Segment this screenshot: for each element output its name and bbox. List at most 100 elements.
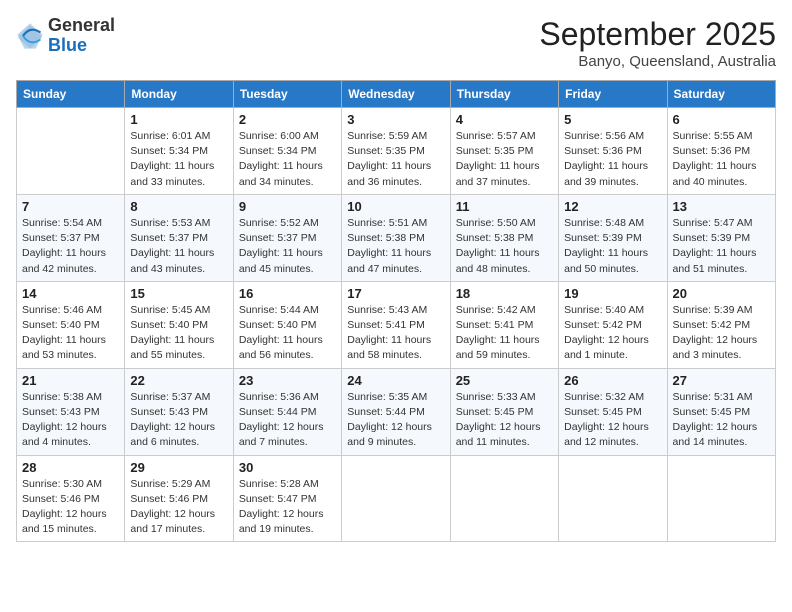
day-info: Sunrise: 5:51 AM Sunset: 5:38 PM Dayligh… [347,216,444,277]
day-number: 24 [347,373,444,388]
day-number: 15 [130,286,227,301]
calendar-cell: 21Sunrise: 5:38 AM Sunset: 5:43 PM Dayli… [17,368,125,455]
day-number: 12 [564,199,661,214]
day-info: Sunrise: 5:46 AM Sunset: 5:40 PM Dayligh… [22,303,119,364]
day-number: 7 [22,199,119,214]
day-number: 16 [239,286,336,301]
calendar-week-row: 7 Sunrise: 5:54 AM Sunset: 5:37 PM Daylig… [17,194,776,281]
day-info: Sunrise: 5:30 AM Sunset: 5:46 PM Dayligh… [22,477,119,538]
calendar-cell: 26 Sunrise: 5:32 AM Sunset: 5:45 PM Dayli… [559,368,667,455]
calendar-cell: 18Sunrise: 5:42 AM Sunset: 5:41 PM Dayli… [450,281,558,368]
calendar-cell: 14 Sunrise: 5:46 AM Sunset: 5:40 PM Dayli… [17,281,125,368]
day-info: Sunrise: 5:32 AM Sunset: 5:45 PM Dayligh… [564,390,661,451]
page-header: General Blue September 2025 Banyo, Queen… [16,16,776,70]
day-info: Sunrise: 5:44 AM Sunset: 5:40 PM Dayligh… [239,303,336,364]
logo-text: General Blue [48,16,115,56]
calendar-week-row: 1 Sunrise: 6:01 AM Sunset: 5:34 PM Daylig… [17,108,776,195]
calendar-cell [667,455,775,542]
day-info: Sunrise: 5:28 AM Sunset: 5:47 PM Dayligh… [239,477,336,538]
day-info: Sunrise: 5:47 AM Sunset: 5:39 PM Dayligh… [673,216,770,277]
calendar-cell [450,455,558,542]
logo: General Blue [16,16,115,56]
calendar-cell: 1 Sunrise: 6:01 AM Sunset: 5:34 PM Daylig… [125,108,233,195]
day-info: Sunrise: 5:57 AM Sunset: 5:35 PM Dayligh… [456,129,553,190]
calendar-cell: 4Sunrise: 5:57 AM Sunset: 5:35 PM Daylig… [450,108,558,195]
day-info: Sunrise: 5:54 AM Sunset: 5:37 PM Dayligh… [22,216,119,277]
calendar-cell: 30 Sunrise: 5:28 AM Sunset: 5:47 PM Dayli… [233,455,341,542]
day-number: 10 [347,199,444,214]
calendar-week-row: 28 Sunrise: 5:30 AM Sunset: 5:46 PM Dayli… [17,455,776,542]
calendar-week-row: 21Sunrise: 5:38 AM Sunset: 5:43 PM Dayli… [17,368,776,455]
day-number: 8 [130,199,227,214]
calendar-week-row: 14 Sunrise: 5:46 AM Sunset: 5:40 PM Dayli… [17,281,776,368]
day-number: 19 [564,286,661,301]
calendar-cell: 9 Sunrise: 5:52 AM Sunset: 5:37 PM Daylig… [233,194,341,281]
calendar-cell: 6 Sunrise: 5:55 AM Sunset: 5:36 PM Daylig… [667,108,775,195]
day-number: 9 [239,199,336,214]
day-number: 5 [564,112,661,127]
day-info: Sunrise: 5:31 AM Sunset: 5:45 PM Dayligh… [673,390,770,451]
day-number: 6 [673,112,770,127]
day-number: 13 [673,199,770,214]
weekday-header-row: SundayMondayTuesdayWednesdayThursdayFrid… [17,81,776,108]
calendar-cell [17,108,125,195]
day-info: Sunrise: 5:33 AM Sunset: 5:45 PM Dayligh… [456,390,553,451]
location-title: Banyo, Queensland, Australia [539,53,776,70]
calendar-cell: 17 Sunrise: 5:43 AM Sunset: 5:41 PM Dayli… [342,281,450,368]
weekday-header-wednesday: Wednesday [342,81,450,108]
calendar-cell: 8 Sunrise: 5:53 AM Sunset: 5:37 PM Daylig… [125,194,233,281]
day-number: 14 [22,286,119,301]
weekday-header-monday: Monday [125,81,233,108]
day-info: Sunrise: 5:37 AM Sunset: 5:43 PM Dayligh… [130,390,227,451]
day-info: Sunrise: 5:50 AM Sunset: 5:38 PM Dayligh… [456,216,553,277]
day-info: Sunrise: 5:53 AM Sunset: 5:37 PM Dayligh… [130,216,227,277]
day-number: 23 [239,373,336,388]
calendar-cell: 15 Sunrise: 5:45 AM Sunset: 5:40 PM Dayli… [125,281,233,368]
logo-general: General [48,16,115,36]
day-number: 17 [347,286,444,301]
day-number: 27 [673,373,770,388]
title-block: September 2025 Banyo, Queensland, Austra… [539,16,776,70]
day-number: 1 [130,112,227,127]
calendar-cell: 5 Sunrise: 5:56 AM Sunset: 5:36 PM Daylig… [559,108,667,195]
day-info: Sunrise: 5:45 AM Sunset: 5:40 PM Dayligh… [130,303,227,364]
calendar-cell: 13 Sunrise: 5:47 AM Sunset: 5:39 PM Dayli… [667,194,775,281]
day-number: 29 [130,460,227,475]
day-info: Sunrise: 5:35 AM Sunset: 5:44 PM Dayligh… [347,390,444,451]
day-number: 18 [456,286,553,301]
calendar-cell: 22 Sunrise: 5:37 AM Sunset: 5:43 PM Dayli… [125,368,233,455]
calendar-cell: 19 Sunrise: 5:40 AM Sunset: 5:42 PM Dayli… [559,281,667,368]
calendar-cell: 10 Sunrise: 5:51 AM Sunset: 5:38 PM Dayli… [342,194,450,281]
logo-blue: Blue [48,36,115,56]
day-number: 30 [239,460,336,475]
month-title: September 2025 [539,16,776,53]
calendar-cell: 25Sunrise: 5:33 AM Sunset: 5:45 PM Dayli… [450,368,558,455]
day-number: 2 [239,112,336,127]
day-info: Sunrise: 6:00 AM Sunset: 5:34 PM Dayligh… [239,129,336,190]
day-number: 22 [130,373,227,388]
calendar-cell: 7 Sunrise: 5:54 AM Sunset: 5:37 PM Daylig… [17,194,125,281]
day-info: Sunrise: 5:39 AM Sunset: 5:42 PM Dayligh… [673,303,770,364]
calendar-cell: 12Sunrise: 5:48 AM Sunset: 5:39 PM Dayli… [559,194,667,281]
day-info: Sunrise: 5:55 AM Sunset: 5:36 PM Dayligh… [673,129,770,190]
calendar-cell: 20Sunrise: 5:39 AM Sunset: 5:42 PM Dayli… [667,281,775,368]
day-info: Sunrise: 5:56 AM Sunset: 5:36 PM Dayligh… [564,129,661,190]
day-info: Sunrise: 5:36 AM Sunset: 5:44 PM Dayligh… [239,390,336,451]
day-info: Sunrise: 5:38 AM Sunset: 5:43 PM Dayligh… [22,390,119,451]
day-number: 28 [22,460,119,475]
day-number: 26 [564,373,661,388]
day-info: Sunrise: 5:43 AM Sunset: 5:41 PM Dayligh… [347,303,444,364]
calendar-cell: 16 Sunrise: 5:44 AM Sunset: 5:40 PM Dayli… [233,281,341,368]
calendar-cell: 11 Sunrise: 5:50 AM Sunset: 5:38 PM Dayli… [450,194,558,281]
weekday-header-sunday: Sunday [17,81,125,108]
day-info: Sunrise: 5:52 AM Sunset: 5:37 PM Dayligh… [239,216,336,277]
day-info: Sunrise: 6:01 AM Sunset: 5:34 PM Dayligh… [130,129,227,190]
calendar-cell: 28 Sunrise: 5:30 AM Sunset: 5:46 PM Dayli… [17,455,125,542]
calendar-cell: 27 Sunrise: 5:31 AM Sunset: 5:45 PM Dayli… [667,368,775,455]
calendar-cell: 3Sunrise: 5:59 AM Sunset: 5:35 PM Daylig… [342,108,450,195]
weekday-header-tuesday: Tuesday [233,81,341,108]
day-number: 11 [456,199,553,214]
weekday-header-thursday: Thursday [450,81,558,108]
calendar-cell [559,455,667,542]
day-info: Sunrise: 5:40 AM Sunset: 5:42 PM Dayligh… [564,303,661,364]
